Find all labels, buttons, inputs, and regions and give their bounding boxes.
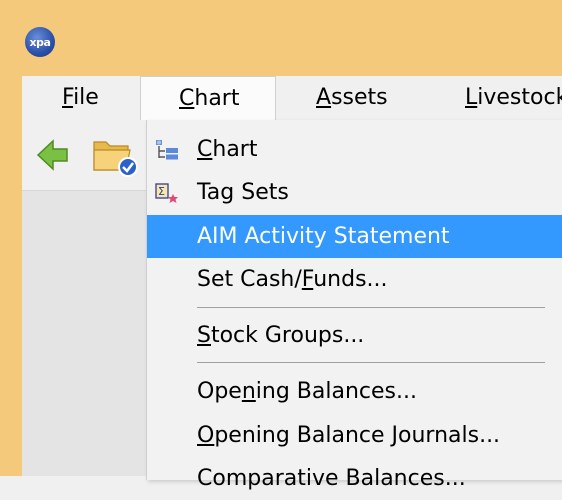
svg-text:Σ: Σ: [158, 185, 165, 198]
back-arrow-icon[interactable]: [36, 138, 70, 172]
menu-separator: [197, 362, 545, 363]
menu-file[interactable]: File: [62, 76, 99, 120]
menu-item-tag-sets[interactable]: Σ Tag Sets: [147, 171, 562, 214]
menu-file-mnemonic: F: [62, 85, 74, 110]
menu-chart-mnemonic: C: [179, 86, 195, 111]
workspace-area: [22, 191, 146, 476]
menu-livestock[interactable]: Livestock: [465, 76, 562, 120]
menu-chart[interactable]: Chart: [140, 76, 276, 122]
menu-assets[interactable]: Assets: [316, 76, 388, 120]
open-folder-check-icon[interactable]: [92, 134, 142, 178]
title-bar: xpa: [0, 0, 562, 76]
chart-dropdown-menu: Chart Σ Tag Sets AIM Activity Statement …: [146, 120, 562, 491]
menu-item-aim-activity-statement[interactable]: AIM Activity Statement: [147, 215, 562, 258]
chart-tree-icon: [156, 140, 178, 160]
menu-assets-mnemonic: A: [316, 85, 332, 110]
menu-item-chart[interactable]: Chart: [147, 128, 562, 171]
menu-item-comparative-balances[interactable]: Comparative Balances...: [147, 457, 562, 500]
window-frame-left: [0, 76, 22, 476]
menu-item-opening-balance-journals[interactable]: Opening Balance Journals...: [147, 414, 562, 457]
tag-sets-icon: Σ: [155, 183, 178, 203]
menu-item-opening-balances[interactable]: Opening Balances...: [147, 370, 562, 413]
toolbar: [22, 120, 146, 191]
menu-item-set-cash-funds[interactable]: Set Cash/Funds...: [147, 258, 562, 301]
menu-livestock-mnemonic: L: [465, 85, 478, 110]
menu-separator: [197, 307, 545, 308]
app-logo-icon[interactable]: xpa: [25, 27, 55, 57]
menu-bar: File Chart Assets Livestock: [22, 76, 562, 122]
menu-item-stock-groups[interactable]: Stock Groups...: [147, 314, 562, 357]
